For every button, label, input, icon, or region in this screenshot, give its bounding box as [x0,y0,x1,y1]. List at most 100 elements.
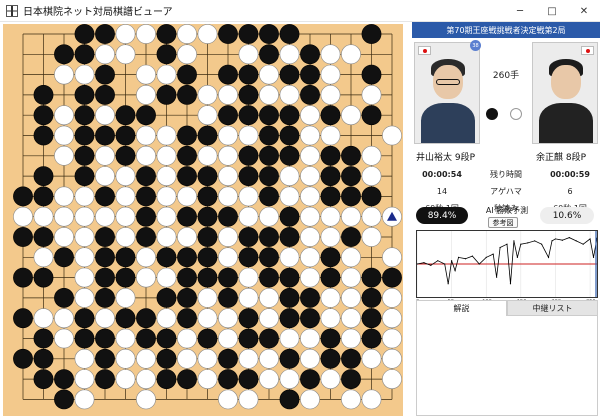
white-stone [197,105,218,126]
black-stone [115,267,136,288]
white-stone [361,206,382,227]
white-stone [197,287,218,308]
white-stone [156,166,177,187]
white-stone [341,44,361,65]
win-rate-point [447,283,449,285]
black-stone [177,125,197,146]
black-stone [115,145,136,166]
black-stone [218,64,238,85]
white-stone [259,369,279,390]
go-board[interactable] [3,24,403,416]
black-stone [361,267,382,288]
white-player-rank: 8段P [565,153,587,163]
win-rate-point [496,276,498,278]
white-stone [259,287,279,308]
white-stone [382,247,402,268]
close-button[interactable]: ✕ [568,0,600,22]
black-stone [197,166,218,187]
black-stone [238,105,259,126]
black-stone [382,267,402,288]
white-stone [238,186,259,207]
black-stone [300,308,320,329]
black-stone [218,24,238,44]
match-title: 第70期王座戦挑戦者決定戦第2局 [412,22,600,38]
black-stone [197,247,218,268]
black-stone [259,105,279,126]
white-stone [341,389,361,410]
white-stone [156,186,177,207]
white-stone [136,24,156,44]
white-stone [279,247,300,268]
minimize-button[interactable]: ─ [504,0,536,22]
black-stone [341,186,361,207]
white-stone [341,105,361,126]
black-stone [279,105,300,126]
black-stone [115,308,136,329]
white-stone [74,287,95,308]
black-stone [13,348,33,369]
tab-relay-list[interactable]: 中継リスト [507,300,598,316]
black-stone [218,206,238,227]
white-stone [259,348,279,369]
white-stone [279,186,300,207]
go-board-canvas[interactable] [3,24,403,416]
white-stone [54,206,74,227]
maximize-button[interactable]: □ [536,0,568,22]
reference-diagram-button[interactable]: 参考図 [488,217,518,228]
white-stone [238,267,259,288]
black-stone [197,227,218,247]
black-stone [320,348,341,369]
black-stone [361,105,382,126]
white-stone [218,85,238,105]
black-stone [361,64,382,85]
white-stone [156,64,177,85]
black-stone [33,186,54,207]
white-player-name: 余正麒 8段P [536,150,586,163]
white-stone [300,247,320,268]
white-stone [279,166,300,187]
black-stone [156,328,177,349]
white-stone [74,348,95,369]
black-stone [156,348,177,369]
white-stone [136,369,156,390]
white-stone [300,267,320,288]
black-stone [177,369,197,390]
black-stone [177,267,197,288]
white-stone [361,166,382,187]
white-stone [320,125,341,146]
black-stone [136,186,156,207]
white-stone [136,145,156,166]
window-title: 日本棋院ネット対局棋譜ビューア [23,7,173,18]
tab-commentary[interactable]: 解説 [416,300,507,316]
black-stone [74,308,95,329]
white-stone [115,227,136,247]
black-stone [238,328,259,349]
black-stone [156,247,177,268]
white-stone [320,64,341,85]
black-stone [279,206,300,227]
white-stone [74,369,95,390]
win-rate-point [568,237,570,239]
black-stone [259,247,279,268]
black-stone [33,328,54,349]
white-stone [300,125,320,146]
black-stone [115,125,136,146]
white-stone [300,389,320,410]
white-stone [218,328,238,349]
black-stone [74,166,95,187]
black-stone [156,24,177,44]
white-stone [341,267,361,288]
white-stone [259,64,279,85]
win-rate-point [554,238,557,240]
black-stone [13,227,33,247]
white-stone [341,206,361,227]
win-rate-point [575,240,577,242]
win-rate-graph[interactable] [416,230,598,298]
black-stone [136,206,156,227]
black-stone [300,64,320,85]
white-stone [74,247,95,268]
white-stone [320,308,341,329]
white-stone [361,227,382,247]
game-info-panel: 第70期王座戦挑戦者決定戦第2局 38 260手 井山裕太 9段P 余正麒 8段… [412,22,600,416]
white-stone [54,308,74,329]
